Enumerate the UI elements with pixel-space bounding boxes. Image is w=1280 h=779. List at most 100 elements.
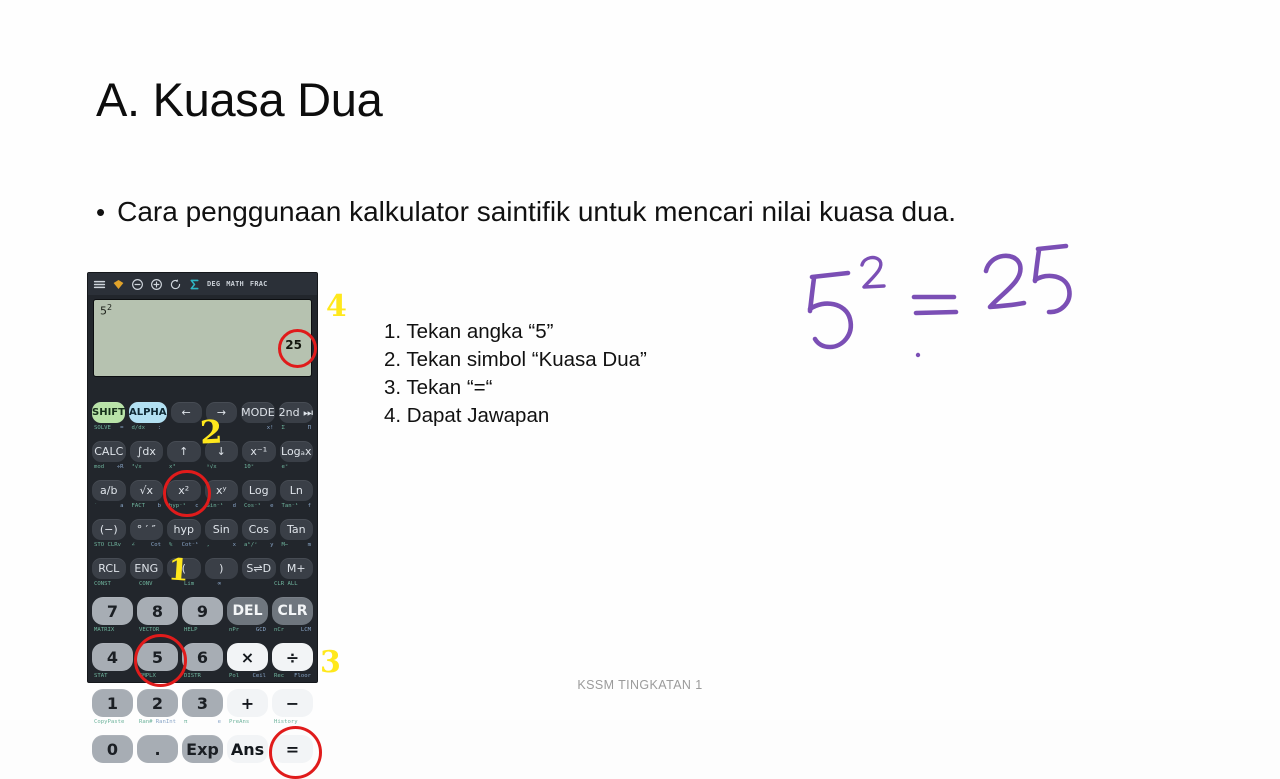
key-sublabel-left: SOLVE [94, 424, 111, 431]
calculator-keypad[interactable]: SHIFT ALPHA ← → MODE 2nd ⏭ SOLVE = d/dx: x! Σ Π CALC… [88, 382, 317, 767]
key-3[interactable]: 3 [182, 689, 223, 717]
key-sublabel-right: f [307, 502, 311, 509]
display-result: 25 [285, 338, 302, 352]
key-sublabel: πe [182, 719, 223, 725]
key-sublabel-left: STAT [94, 672, 108, 679]
key-sublabel-right: d [232, 502, 236, 509]
page-title: A. Kuasa Dua [96, 73, 383, 126]
key-ln[interactable]: Ln [279, 480, 313, 501]
key-sublabel-left: nPr [229, 626, 240, 633]
key-sublabel: STO CLRv [92, 542, 126, 548]
key-sublabel-right: RanInt [155, 718, 176, 725]
key-log[interactable]: Log [242, 480, 276, 501]
key-hyp[interactable]: hyp [167, 519, 201, 540]
key-sublabel: 10ˣ [242, 464, 276, 470]
key-sublabel-left: Σ [281, 424, 285, 431]
key-sublabel: FACT b [130, 503, 164, 509]
bullet-marker: • [96, 197, 106, 227]
key-2nd[interactable]: 2nd ⏭ [278, 402, 314, 423]
key-sublabel: aᵇ/ᶜ y [242, 542, 276, 548]
key-sublabel-left: ∠ [131, 541, 135, 548]
keypad-row: RCL ENG() S⇌D M+ [92, 549, 313, 579]
key-down[interactable]: ↓ [204, 441, 238, 462]
key-multiply[interactable]: × [227, 643, 268, 671]
key-up[interactable]: ↑ [167, 441, 201, 462]
key-sublabel: eˣ [280, 464, 314, 470]
key-degree[interactable]: ° ′ ″ [129, 519, 163, 540]
calculator-app[interactable]: DEG MATH FRAC 52 25 SHIFT ALPHA ← → MODE 2nd … [87, 272, 318, 763]
key-paren-close[interactable]: ) [204, 558, 238, 579]
key-sin[interactable]: Sin [204, 519, 238, 540]
key-exp[interactable]: Exp [182, 735, 223, 763]
key-rcl[interactable]: RCL [92, 558, 126, 579]
key-sublabel-left: CopyPaste [94, 718, 125, 725]
key-sublabel-right: e [270, 502, 274, 509]
key-shift[interactable]: SHIFT [92, 402, 125, 423]
key-left[interactable]: ← [170, 402, 202, 423]
key-eng[interactable]: ENG [129, 558, 163, 579]
key-sublabel: MATRIX [92, 627, 133, 633]
key-sublabel-right: Π [307, 424, 311, 431]
plus-circle-icon[interactable] [150, 278, 163, 291]
key-m-plus[interactable]: M+ [279, 558, 313, 579]
key-7[interactable]: 7 [92, 597, 133, 625]
key-sublabel: hyp⁻¹ c [167, 503, 201, 509]
key-sublabel-left: π [184, 718, 188, 725]
key-sublabel: nPr GCD [227, 627, 268, 633]
key-sublabel-left: x³ [169, 463, 176, 470]
key-sublabel-right: Ceil [252, 672, 266, 679]
key-9[interactable]: 9 [182, 597, 223, 625]
keypad-row: 4 5 6 × ÷ [92, 634, 313, 671]
steps-list: 1. Tekan angka “5” 2. Tekan simbol “Kuasa… [384, 318, 647, 430]
keypad-row: SHIFT ALPHA ← → MODE 2nd ⏭ [92, 393, 314, 423]
key-plus[interactable]: + [227, 689, 268, 717]
key-4[interactable]: 4 [92, 643, 133, 671]
key-minus[interactable]: − [272, 689, 313, 717]
key-log-base[interactable]: Logₐx [279, 441, 313, 462]
menu-icon[interactable] [93, 278, 106, 291]
key-del[interactable]: DEL [227, 597, 268, 625]
gem-icon[interactable] [112, 278, 125, 291]
key-0[interactable]: 0 [92, 735, 133, 763]
key-calc[interactable]: CALC [92, 441, 126, 462]
key-sublabel-left: 10ˣ [244, 463, 255, 470]
key-mode[interactable]: MODE [241, 402, 275, 423]
bullet-text: Cara penggunaan kalkulator saintifik unt… [117, 196, 957, 227]
key-ans[interactable]: Ans [227, 735, 268, 763]
minus-circle-icon[interactable] [131, 278, 144, 291]
key-fraction[interactable]: a/b [92, 480, 126, 501]
key-sublabel-right: e [217, 718, 221, 725]
key-sqrt[interactable]: √x [129, 480, 163, 501]
key-sublabel-left: PreAns [229, 718, 250, 725]
key-1[interactable]: 1 [92, 689, 133, 717]
key-sublabel-row [92, 384, 313, 393]
key-sublabel: % Cot⁻¹ [167, 542, 201, 548]
key-power[interactable]: xʸ [204, 480, 238, 501]
key-sublabel: DISTR [182, 673, 223, 679]
key-negative[interactable]: (−) [92, 519, 126, 540]
key-sublabel-left: , [206, 541, 210, 548]
key-integral[interactable]: ∫dx [129, 441, 163, 462]
key-clr[interactable]: CLR [272, 597, 313, 625]
key-divide[interactable]: ÷ [272, 643, 313, 671]
key-inverse[interactable]: x⁻¹ [242, 441, 276, 462]
key-2[interactable]: 2 [137, 689, 178, 717]
key-sublabel-right: = [120, 424, 124, 431]
key-equals[interactable]: = [272, 735, 313, 763]
key-tan[interactable]: Tan [279, 519, 313, 540]
calculator-display[interactable]: 52 25 [93, 299, 312, 377]
refresh-icon[interactable] [169, 278, 182, 291]
mode-indicator-frac: FRAC [249, 280, 268, 288]
calculator-toolbar[interactable]: DEG MATH FRAC [88, 273, 317, 295]
key-s-d[interactable]: S⇌D [242, 558, 276, 579]
key-6[interactable]: 6 [182, 643, 223, 671]
key-8[interactable]: 8 [137, 597, 178, 625]
sigma-icon[interactable] [188, 278, 201, 291]
key-cos[interactable]: Cos [242, 519, 276, 540]
key-right[interactable]: → [205, 402, 238, 423]
key-paren-open[interactable]: ( [167, 558, 201, 579]
key-x-squared[interactable]: x² [167, 480, 201, 501]
key-alpha[interactable]: ALPHA [128, 402, 167, 423]
key-decimal[interactable]: . [137, 735, 178, 763]
key-5[interactable]: 5 [137, 643, 178, 671]
